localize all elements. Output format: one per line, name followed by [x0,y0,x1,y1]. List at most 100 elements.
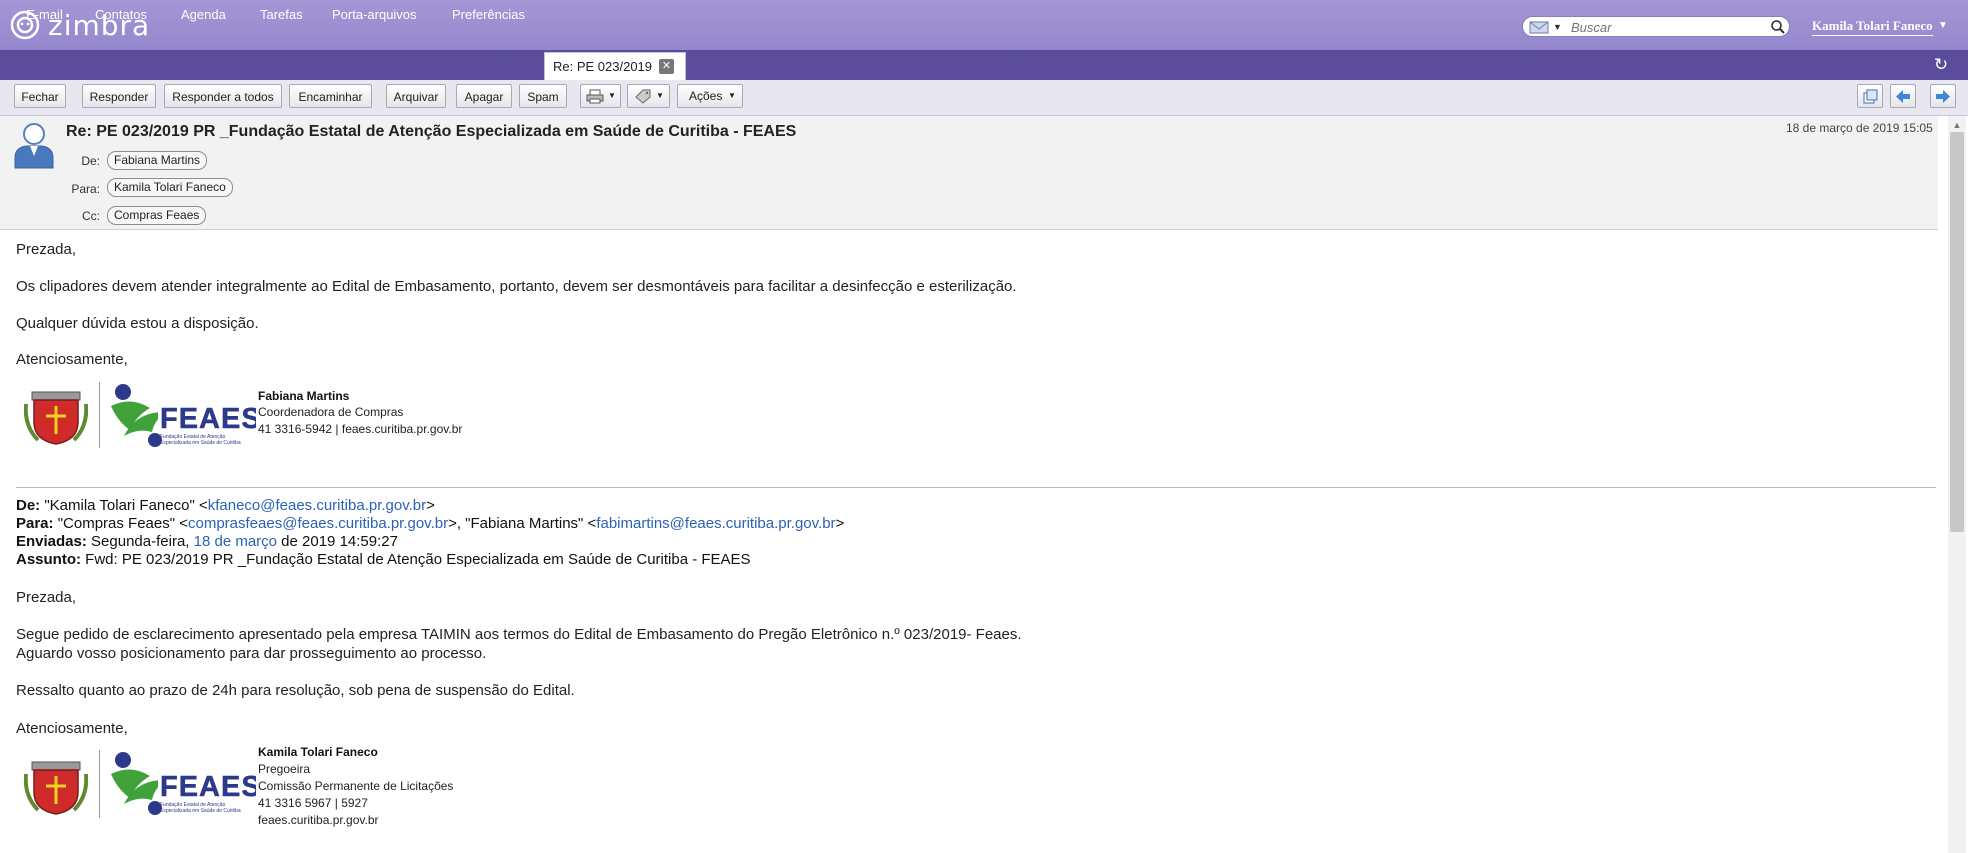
to-label: Para: [71,182,100,196]
cc-address-bubble[interactable]: Compras Feaes [107,206,207,225]
quoted-from-label: De: [16,497,41,514]
refresh-icon[interactable]: ↻ [1932,56,1950,74]
quoted-paragraph: Aguardo vosso posicionamento para dar pr… [16,645,487,662]
arrow-left-icon [1896,90,1910,103]
body-paragraph: Os clipadores devem atender integralment… [16,278,1017,295]
tab-message[interactable]: Re: PE 023/2019 ✕ [544,52,686,80]
quoted-from-name: "Kamila Tolari Faneco" < [44,497,208,514]
reply-button[interactable]: Responder [82,84,156,108]
spam-button[interactable]: Spam [519,84,567,108]
search-icon[interactable] [1770,19,1786,35]
quoted-to-name: "Compras Feaes" < [57,515,188,532]
arrow-right-icon [1936,90,1950,103]
chevron-down-icon: ▼ [1553,22,1562,32]
search-type-selector[interactable]: ▼ [1529,20,1563,34]
quoted-subject-label: Assunto: [16,551,81,568]
from-label: De: [81,154,100,168]
tab-preferences[interactable]: Preferências [452,0,525,30]
app-tab-bar [0,50,1968,80]
quoted-to-name: >, "Fabiana Martins" < [448,515,597,532]
signature-department: Comissão Permanente de Licitações [258,779,454,793]
feaes-logo-text: FEAES [160,771,256,803]
email-link[interactable]: comprasfeaes@feaes.curitiba.pr.gov.br [188,515,448,532]
signature-name: Kamila Tolari Faneco [258,745,378,759]
feaes-logo-image: FEAES Fundação Estatal de Atenção Especi… [111,752,256,815]
quoted-from-end: > [426,497,435,514]
scrollbar-thumb[interactable] [1950,132,1964,532]
curitiba-coat-of-arms-image [24,391,88,445]
message-subject: Re: PE 023/2019 PR _Fundação Estatal de … [66,123,797,140]
signature-role: Pregoeira [258,762,311,776]
chevron-down-icon[interactable]: ▼ [1938,20,1948,31]
user-menu[interactable]: Kamila Tolari Faneco [1812,18,1933,36]
open-in-window-button[interactable] [1857,84,1883,108]
close-icon[interactable]: ✕ [659,59,674,74]
signature-site: feaes.curitiba.pr.gov.br [258,813,379,827]
body-closing: Atenciosamente, [16,351,128,368]
cc-label: Cc: [82,209,100,223]
forward-button[interactable]: Encaminhar [289,84,372,108]
quoted-to-label: Para: [16,515,54,532]
quoted-to: Para: "Compras Feaes" <comprasfeaes@feae… [16,515,844,532]
feaes-logo-text: FEAES [160,403,256,435]
actions-label: Ações [689,89,723,103]
new-window-icon [1863,89,1878,104]
signature-contact: 41 3316-5942 | feaes.curitiba.pr.gov.br [258,422,463,436]
printer-icon [586,89,604,104]
message-date: 18 de março de 2019 15:05 [1786,121,1933,135]
quoted-paragraph: Segue pedido de esclarecimento apresenta… [16,626,1022,643]
quoted-sent-time: de 2019 14:59:27 [277,533,398,550]
quoted-subject-text: Fwd: PE 023/2019 PR _Fundação Estatal de… [85,551,751,568]
tag-icon [635,89,651,104]
signature-divider [99,750,100,818]
tag-button[interactable]: ▼ [627,84,670,108]
previous-message-button[interactable] [1890,84,1916,108]
body-greeting: Prezada, [16,241,77,258]
tab-contacts[interactable]: Contatos [95,0,147,30]
tab-tasks[interactable]: Tarefas [260,0,303,30]
mail-icon [1529,21,1549,33]
print-button[interactable]: ▼ [580,84,621,108]
quoted-sent-day: Segunda-feira, [91,533,194,550]
next-message-button[interactable] [1930,84,1956,108]
chevron-down-icon: ▼ [656,91,664,100]
date-link[interactable]: 18 de março [194,533,277,550]
delete-button[interactable]: Apagar [456,84,512,108]
quoted-closing: Atenciosamente, [16,720,128,737]
feaes-logo-image: FEAES Fundação Estatal de Atenção Especi… [111,384,256,447]
quoted-divider [16,487,1936,488]
close-button[interactable]: Fechar [14,84,66,108]
to-address-bubble[interactable]: Kamila Tolari Faneco [107,178,233,197]
tab-message-label: Re: PE 023/2019 [553,59,653,74]
quoted-sent: Enviadas: Segunda-feira, 18 de março de … [16,533,398,550]
quoted-paragraph: Ressalto quanto ao prazo de 24h para res… [16,682,575,699]
email-link[interactable]: fabimartins@feaes.curitiba.pr.gov.br [596,515,835,532]
avatar [14,123,54,169]
quoted-to-end: > [835,515,845,532]
signature-role: Coordenadora de Compras [258,405,404,419]
email-link[interactable]: kfaneco@feaes.curitiba.pr.gov.br [208,497,426,514]
signature-divider [99,382,100,448]
feaes-logo-subtext: Especializada em Saúde de Curitiba [160,808,241,814]
scroll-up-icon[interactable]: ▲ [1952,120,1962,130]
search-input[interactable] [1569,18,1764,36]
reply-all-button[interactable]: Responder a todos [164,84,282,108]
quoted-from: De: "Kamila Tolari Faneco" <kfaneco@feae… [16,497,435,514]
archive-button[interactable]: Arquivar [386,84,446,108]
from-address-bubble[interactable]: Fabiana Martins [107,151,208,170]
quoted-greeting: Prezada, [16,589,77,606]
chevron-down-icon: ▼ [608,91,616,100]
quoted-subject: Assunto: Fwd: PE 023/2019 PR _Fundação E… [16,551,751,568]
tab-calendar[interactable]: Agenda [181,0,226,30]
tab-briefcase[interactable]: Porta-arquivos [332,0,417,30]
curitiba-coat-of-arms-image [24,761,88,815]
body-paragraph: Qualquer dúvida estou a disposição. [16,315,259,332]
tab-email[interactable]: E-mail [26,0,63,30]
signature-name: Fabiana Martins [258,389,350,403]
search-box: ▼ [1522,16,1790,37]
quoted-sent-label: Enviadas: [16,533,87,550]
chevron-down-icon: ▼ [728,91,736,100]
actions-menu-button[interactable]: Ações ▼ [677,84,743,108]
feaes-logo-subtext: Especializada em Saúde de Curitiba [160,440,241,446]
signature-phone: 41 3316 5967 | 5927 [258,796,368,810]
